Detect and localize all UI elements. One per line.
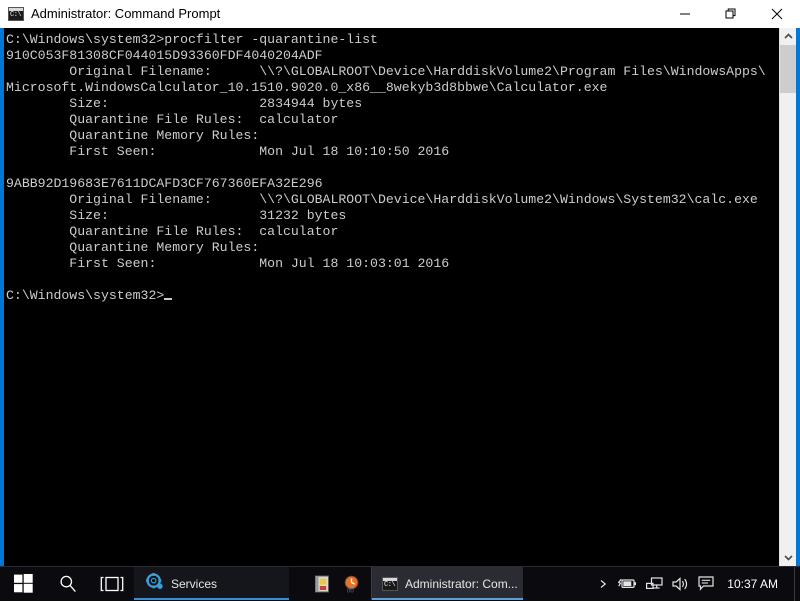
notepad-document-icon[interactable] bbox=[313, 575, 331, 593]
terminal-line: C:\Windows\system32>procfilter -quaranti… bbox=[6, 32, 378, 47]
cmd-icon: C:\ bbox=[382, 577, 398, 591]
terminal-output-pane[interactable]: C:\Windows\system32>procfilter -quaranti… bbox=[4, 28, 779, 566]
scrollbar-track[interactable] bbox=[780, 45, 796, 549]
restore-button[interactable] bbox=[708, 0, 754, 28]
minimize-button[interactable] bbox=[662, 0, 708, 28]
terminal-line: Quarantine Memory Rules: bbox=[6, 128, 259, 143]
window-title: Administrator: Command Prompt bbox=[31, 0, 220, 28]
terminal-line: Microsoft.WindowsCalculator_10.1510.9020… bbox=[6, 80, 607, 95]
task-view-icon[interactable] bbox=[90, 567, 134, 600]
cmd-icon: C:\ bbox=[8, 7, 24, 21]
window-titlebar[interactable]: C:\ Administrator: Command Prompt bbox=[0, 0, 800, 28]
terminal-line: C:\Windows\system32> bbox=[6, 288, 164, 303]
terminal-line: Quarantine Memory Rules: bbox=[6, 240, 259, 255]
scrollbar-thumb[interactable] bbox=[780, 45, 796, 93]
console-area: C:\Windows\system32>procfilter -quaranti… bbox=[0, 28, 800, 566]
show-desktop-button[interactable] bbox=[794, 567, 800, 601]
scroll-up-button[interactable] bbox=[780, 28, 796, 45]
taskbar-item-command-prompt-label: Administrator: Com... bbox=[405, 577, 518, 591]
terminal-line: Original Filename: \\?\GLOBALROOT\Device… bbox=[6, 192, 758, 207]
clock-badge-icon[interactable]: 00 bbox=[343, 575, 361, 593]
taskbar-item-command-prompt[interactable]: C:\ Administrator: Com... bbox=[371, 567, 523, 600]
taskbar-item-services-label: Services bbox=[171, 577, 217, 591]
terminal-cursor bbox=[164, 298, 172, 300]
taskbar-pinned-group: 00 bbox=[289, 567, 371, 600]
cmd-icon-glyph: C:\ bbox=[10, 11, 22, 20]
command-prompt-window: C:\ Administrator: Command Prompt bbox=[0, 0, 800, 566]
window-accent-right-border bbox=[796, 28, 800, 566]
terminal-text: C:\Windows\system32>procfilter -quaranti… bbox=[6, 32, 779, 304]
terminal-line: Quarantine File Rules: calculator bbox=[6, 224, 338, 239]
system-tray: 10:37 AM bbox=[599, 567, 794, 600]
cmd-icon-glyph: C:\ bbox=[384, 581, 396, 590]
taskbar-item-services[interactable]: Services bbox=[134, 567, 289, 600]
terminal-scrollbar[interactable] bbox=[779, 28, 796, 566]
network-icon[interactable] bbox=[646, 577, 663, 591]
terminal-line: Original Filename: \\?\GLOBALROOT\Device… bbox=[6, 64, 766, 79]
terminal-line: Quarantine File Rules: calculator bbox=[6, 112, 338, 127]
close-button[interactable] bbox=[754, 0, 800, 28]
gear-icon bbox=[146, 573, 163, 595]
volume-icon[interactable] bbox=[672, 577, 689, 591]
terminal-line: 9ABB92D19683E7611DCAFD3CF767360EFA32E296 bbox=[6, 176, 323, 191]
start-button[interactable] bbox=[0, 567, 46, 600]
svg-text:00: 00 bbox=[347, 588, 354, 593]
terminal-line: 910C053F81308CF044015D93360FDF4040204ADF bbox=[6, 48, 323, 63]
show-hidden-icons-icon[interactable] bbox=[599, 579, 609, 589]
taskbar: Services 00 C:\ Administrator: Com... bbox=[0, 566, 800, 600]
action-center-icon[interactable] bbox=[698, 576, 714, 591]
scroll-down-button[interactable] bbox=[780, 549, 796, 566]
terminal-line: First Seen: Mon Jul 18 10:10:50 2016 bbox=[6, 144, 449, 159]
titlebar-left-group: C:\ Administrator: Command Prompt bbox=[0, 0, 220, 28]
terminal-line: Size: 2834944 bytes bbox=[6, 96, 362, 111]
search-icon[interactable] bbox=[46, 567, 90, 600]
taskbar-clock[interactable]: 10:37 AM bbox=[723, 577, 786, 591]
terminal-line: First Seen: Mon Jul 18 10:03:01 2016 bbox=[6, 256, 449, 271]
terminal-line: Size: 31232 bytes bbox=[6, 208, 346, 223]
battery-icon[interactable] bbox=[618, 577, 637, 590]
taskbar-spacer bbox=[523, 567, 599, 600]
window-controls bbox=[662, 0, 800, 28]
